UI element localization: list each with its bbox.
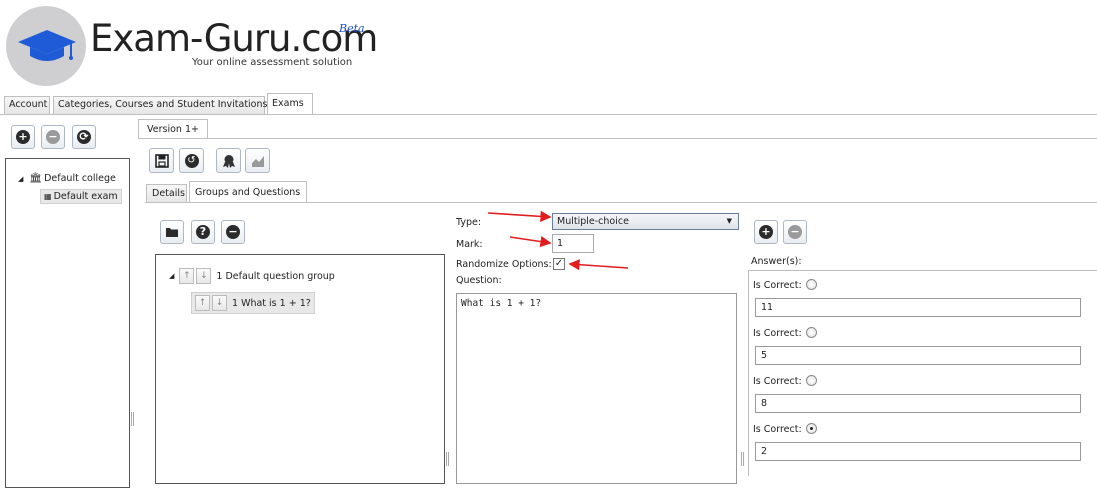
remove-button[interactable]: − [41,125,65,149]
is-correct-label: Is Correct: [753,376,802,387]
is-correct-label: Is Correct: [753,280,802,291]
arrow-to-randomize [568,259,629,271]
remove-answer-button[interactable]: − [783,220,807,244]
tree-item-exam[interactable]: ▦ Default exam [40,189,122,204]
move-up-button[interactable]: ↑ [195,295,210,311]
is-correct-radio[interactable] [806,375,817,386]
tree-item-group-label: 1 Default question group [216,270,335,282]
minus-icon: − [788,225,802,239]
move-up-button[interactable]: ↑ [179,268,195,284]
left-splitter-handle[interactable] [131,412,134,426]
question-mark-icon: ? [196,225,210,239]
chart-icon [251,155,264,167]
award-ribbon-icon [222,154,235,168]
chevron-down-icon: ▼ [726,217,732,225]
inner-tab-divider [145,202,1097,203]
minus-icon: − [46,130,60,144]
exam-icon: ▦ [44,192,52,201]
arrow-to-mark [509,236,552,248]
open-folder-button[interactable] [160,220,184,244]
collapse-triangle-icon[interactable]: ◢ [18,175,23,183]
annotation-arrows [487,210,629,271]
answers-label: Answer(s): [751,256,802,267]
tab-version[interactable]: Version 1+ [138,119,208,139]
is-correct-label: Is Correct: [753,328,802,339]
institution-icon: 🏛 [29,173,43,184]
answer-input[interactable]: 5 [755,346,1081,365]
is-correct-radio-selected[interactable] [806,423,817,434]
publish-button[interactable] [216,148,241,173]
add-button[interactable]: + [11,125,35,149]
refresh-button[interactable]: ⟳ [72,125,96,149]
folder-icon [166,228,178,237]
tab-account[interactable]: Account [4,96,50,114]
move-down-button[interactable]: ↓ [196,268,212,284]
brand-tagline: Your online assessment solution [192,57,353,68]
tab-groups-and-questions[interactable]: Groups and Questions [189,181,307,203]
tree-item-group[interactable]: ◢ ↑ ↓ 1 Default question group [169,268,335,284]
mark-label: Mark: [456,239,483,250]
tab-exams[interactable]: Exams [267,93,313,115]
arrow-to-type [487,210,552,222]
move-down-button[interactable]: ↓ [212,295,227,311]
is-correct-label: Is Correct: [753,424,802,435]
undo-icon: ↺ [184,153,199,168]
add-answer-button[interactable]: + [754,220,778,244]
plus-icon: + [16,130,30,144]
help-button[interactable]: ? [191,220,215,244]
tab-details[interactable]: Details [146,184,187,203]
tree-item-question[interactable]: ↑ ↓ 1 What is 1 + 1? [191,292,315,314]
version-tab-divider [138,138,1097,139]
tree-item-college[interactable]: ◢ 🏛 Default college [18,173,116,184]
statistics-button[interactable] [245,148,270,173]
tree-item-exam-label: Default exam [53,191,118,202]
question-textarea[interactable]: What is 1 + 1? [456,293,737,484]
right-splitter-handle[interactable] [741,452,744,466]
question-group-panel: ◢ ↑ ↓ 1 Default question group ↑ ↓ 1 Wha… [155,254,445,484]
save-icon [154,153,169,168]
tab-categories-courses-invitations[interactable]: Categories, Courses and Student Invitati… [53,96,267,114]
save-button[interactable] [149,148,174,173]
collapse-triangle-icon[interactable]: ◢ [169,272,174,280]
tree-item-question-label: 1 What is 1 + 1? [232,297,311,309]
remove-question-button[interactable]: − [221,220,245,244]
is-correct-radio[interactable] [806,327,817,338]
answer-input[interactable]: 2 [755,442,1081,461]
is-correct-radio[interactable] [806,279,817,290]
question-label: Question: [456,275,502,286]
tree-item-college-label: Default college [44,173,116,184]
answer-input[interactable]: 8 [755,394,1081,413]
exam-tree-panel: ◢ 🏛 Default college ▦ Default exam [5,158,130,488]
refresh-icon: ⟳ [77,130,91,144]
brand-name: Exam-Guru.com [90,17,378,60]
beta-badge: Beta [339,22,365,35]
answer-input[interactable]: 11 [755,298,1081,317]
tab-strip-divider [0,114,1097,115]
logo [6,6,86,86]
revert-button[interactable]: ↺ [179,148,204,173]
plus-icon: + [759,225,773,239]
minus-icon: − [226,225,240,239]
middle-splitter-handle[interactable] [446,452,449,466]
graduation-cap-icon [18,30,76,61]
type-label: Type: [456,217,482,228]
